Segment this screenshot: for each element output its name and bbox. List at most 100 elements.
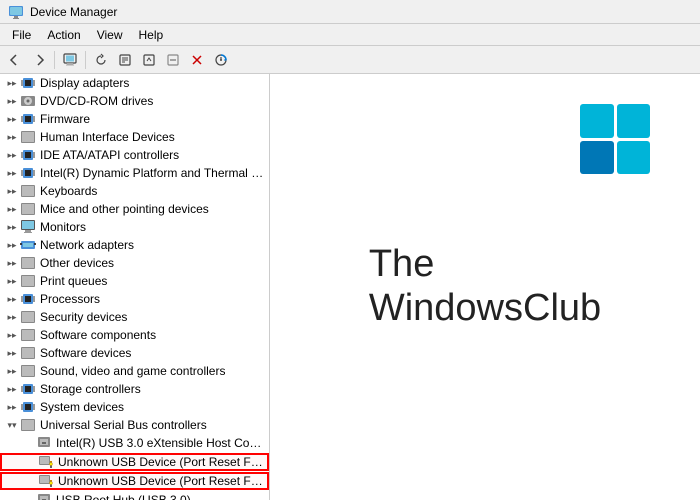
label-intel-usb: Intel(R) USB 3.0 eXtensible Host Control… bbox=[56, 436, 267, 450]
icon-usb-controllers bbox=[20, 417, 36, 433]
label-display-adapters: Display adapters bbox=[40, 76, 129, 90]
icon-usb-root-hub bbox=[36, 492, 52, 500]
tree-arrow-monitors[interactable]: ▸ bbox=[4, 219, 20, 235]
main-content: ▸ Display adapters▸ DVD/CD-ROM drives▸ bbox=[0, 74, 700, 500]
tree-item-usb-root-hub[interactable]: USB Root Hub (USB 3.0) bbox=[0, 491, 269, 500]
menu-view[interactable]: View bbox=[89, 26, 131, 44]
tree-item-display-adapters[interactable]: ▸ Display adapters bbox=[0, 74, 269, 92]
tree-arrow-security-devices[interactable]: ▸ bbox=[4, 309, 20, 325]
menu-action[interactable]: Action bbox=[39, 26, 88, 44]
tree-item-intel-thermal[interactable]: ▸ Intel(R) Dynamic Platform and Thermal … bbox=[0, 164, 269, 182]
tree-arrow-hid[interactable]: ▸ bbox=[4, 129, 20, 145]
tree-arrow-processors[interactable]: ▸ bbox=[4, 291, 20, 307]
tree-item-unknown-usb-1[interactable]: ! Unknown USB Device (Port Reset Failed) bbox=[0, 453, 269, 471]
tree-arrow-unknown-usb-2[interactable] bbox=[22, 473, 38, 489]
tree-arrow-network-adapters[interactable]: ▸ bbox=[4, 237, 20, 253]
tree-arrow-intel-thermal[interactable]: ▸ bbox=[4, 165, 20, 181]
menu-help[interactable]: Help bbox=[131, 26, 172, 44]
toolbar-separator-2 bbox=[85, 51, 86, 69]
tree-arrow-usb-root-hub[interactable] bbox=[20, 492, 36, 500]
tree-arrow-print-queues[interactable]: ▸ bbox=[4, 273, 20, 289]
label-unknown-usb-1: Unknown USB Device (Port Reset Failed) bbox=[58, 455, 265, 469]
tree-arrow-firmware[interactable]: ▸ bbox=[4, 111, 20, 127]
label-other-devices: Other devices bbox=[40, 256, 114, 270]
tree-item-software-components[interactable]: ▸ Software components bbox=[0, 326, 269, 344]
tree-arrow-storage-controllers[interactable]: ▸ bbox=[4, 381, 20, 397]
tree-arrow-software-devices[interactable]: ▸ bbox=[4, 345, 20, 361]
tree-item-software-devices[interactable]: ▸ Software devices bbox=[0, 344, 269, 362]
icon-processors bbox=[20, 291, 36, 307]
tree-item-firmware[interactable]: ▸ Firmware bbox=[0, 110, 269, 128]
tree-arrow-intel-usb[interactable] bbox=[20, 435, 36, 451]
label-ide: IDE ATA/ATAPI controllers bbox=[40, 148, 179, 162]
tree-item-hid[interactable]: ▸ Human Interface Devices bbox=[0, 128, 269, 146]
tree-arrow-display-adapters[interactable]: ▸ bbox=[4, 75, 20, 91]
icon-hid bbox=[20, 129, 36, 145]
tree-arrow-system-devices[interactable]: ▸ bbox=[4, 399, 20, 415]
tree-item-system-devices[interactable]: ▸ System devices bbox=[0, 398, 269, 416]
toolbar-separator-1 bbox=[54, 51, 55, 69]
icon-other-devices bbox=[20, 255, 36, 271]
icon-print-queues bbox=[20, 273, 36, 289]
icon-mice bbox=[20, 201, 36, 217]
tree-item-mice[interactable]: ▸ Mice and other pointing devices bbox=[0, 200, 269, 218]
icon-intel-usb bbox=[36, 435, 52, 451]
menu-file[interactable]: File bbox=[4, 26, 39, 44]
forward-button[interactable] bbox=[28, 49, 50, 71]
label-usb-controllers: Universal Serial Bus controllers bbox=[40, 418, 207, 432]
update-driver-button[interactable] bbox=[138, 49, 160, 71]
computer-icon-btn[interactable] bbox=[59, 49, 81, 71]
back-button[interactable] bbox=[4, 49, 26, 71]
toolbar bbox=[0, 46, 700, 74]
tree-item-monitors[interactable]: ▸ Monitors bbox=[0, 218, 269, 236]
label-keyboards: Keyboards bbox=[40, 184, 97, 198]
tree-item-other-devices[interactable]: ▸ Other devices bbox=[0, 254, 269, 272]
tree-arrow-usb-controllers[interactable]: ▾ bbox=[4, 417, 20, 433]
title-bar-text: Device Manager bbox=[30, 5, 117, 19]
tree-item-usb-controllers[interactable]: ▾ Universal Serial Bus controllers bbox=[0, 416, 269, 434]
icon-monitors bbox=[20, 219, 36, 235]
tree-item-ide[interactable]: ▸ IDE ATA/ATAPI controllers bbox=[0, 146, 269, 164]
tree-item-sound-video[interactable]: ▸ Sound, video and game controllers bbox=[0, 362, 269, 380]
label-mice: Mice and other pointing devices bbox=[40, 202, 209, 216]
tree-arrow-mice[interactable]: ▸ bbox=[4, 201, 20, 217]
scan-button[interactable] bbox=[210, 49, 232, 71]
tree-item-storage-controllers[interactable]: ▸ Storage controllers bbox=[0, 380, 269, 398]
tree-arrow-other-devices[interactable]: ▸ bbox=[4, 255, 20, 271]
label-software-devices: Software devices bbox=[40, 346, 131, 360]
tree-arrow-software-components[interactable]: ▸ bbox=[4, 327, 20, 343]
tree-item-processors[interactable]: ▸ Processors bbox=[0, 290, 269, 308]
tree-item-dvd-rom[interactable]: ▸ DVD/CD-ROM drives bbox=[0, 92, 269, 110]
label-hid: Human Interface Devices bbox=[40, 130, 175, 144]
label-sound-video: Sound, video and game controllers bbox=[40, 364, 225, 378]
tree-arrow-sound-video[interactable]: ▸ bbox=[4, 363, 20, 379]
watermark: The WindowsClub bbox=[369, 243, 601, 330]
tree-arrow-ide[interactable]: ▸ bbox=[4, 147, 20, 163]
tree-item-print-queues[interactable]: ▸ Print queues bbox=[0, 272, 269, 290]
label-security-devices: Security devices bbox=[40, 310, 127, 324]
label-system-devices: System devices bbox=[40, 400, 124, 414]
label-processors: Processors bbox=[40, 292, 100, 306]
icon-sound-video bbox=[20, 363, 36, 379]
tree-arrow-keyboards[interactable]: ▸ bbox=[4, 183, 20, 199]
disable-button[interactable] bbox=[162, 49, 184, 71]
tree-arrow-dvd-rom[interactable]: ▸ bbox=[4, 93, 20, 109]
uninstall-button[interactable] bbox=[186, 49, 208, 71]
icon-storage-controllers bbox=[20, 381, 36, 397]
tree-item-keyboards[interactable]: ▸ Keyboards bbox=[0, 182, 269, 200]
label-network-adapters: Network adapters bbox=[40, 238, 134, 252]
tree-panel[interactable]: ▸ Display adapters▸ DVD/CD-ROM drives▸ bbox=[0, 74, 270, 500]
label-software-components: Software components bbox=[40, 328, 156, 342]
properties-button[interactable] bbox=[114, 49, 136, 71]
refresh-button[interactable] bbox=[90, 49, 112, 71]
icon-security-devices bbox=[20, 309, 36, 325]
tree-item-intel-usb[interactable]: Intel(R) USB 3.0 eXtensible Host Control… bbox=[0, 434, 269, 452]
watermark-line2: WindowsClub bbox=[369, 287, 601, 329]
tree-arrow-unknown-usb-1[interactable] bbox=[22, 454, 38, 470]
title-bar: Device Manager bbox=[0, 0, 700, 24]
tree-item-unknown-usb-2[interactable]: ! Unknown USB Device (Port Reset Failed) bbox=[0, 472, 269, 490]
menu-bar: File Action View Help bbox=[0, 24, 700, 46]
tree-item-network-adapters[interactable]: ▸ Network adapters bbox=[0, 236, 269, 254]
icon-unknown-usb-1: ! bbox=[38, 454, 54, 470]
tree-item-security-devices[interactable]: ▸ Security devices bbox=[0, 308, 269, 326]
